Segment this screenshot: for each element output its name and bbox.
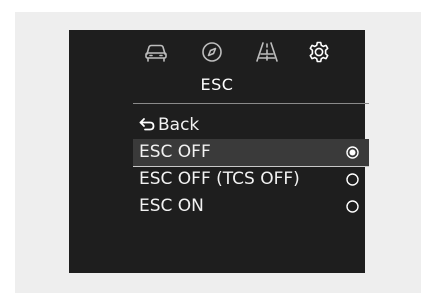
radio-empty-icon [346, 173, 359, 186]
option-esc-on[interactable]: ESC ON [133, 193, 369, 220]
tab-bar [69, 38, 365, 66]
radio-empty-icon [346, 200, 359, 213]
cluster-display: ESC Back ESC OFF ESC OFF (TCS OFF) ESC O… [69, 30, 369, 273]
page-title: ESC [200, 75, 234, 94]
option-label: ESC OFF [139, 142, 211, 162]
car-icon[interactable] [143, 40, 169, 64]
option-esc-off[interactable]: ESC OFF [133, 139, 369, 167]
radio-selected-icon [346, 146, 359, 159]
option-label: ESC ON [139, 196, 204, 216]
esc-menu: Back ESC OFF ESC OFF (TCS OFF) ESC ON [133, 112, 369, 220]
option-label: ESC OFF (TCS OFF) [139, 169, 300, 189]
gear-icon[interactable] [306, 40, 332, 64]
back-arrow-icon [139, 117, 155, 131]
road-icon[interactable] [254, 40, 280, 64]
compass-icon[interactable] [199, 40, 225, 64]
back-label: Back [158, 115, 200, 135]
back-menu-item[interactable]: Back [133, 112, 369, 139]
option-esc-off-tcs-off[interactable]: ESC OFF (TCS OFF) [133, 166, 369, 193]
title-divider [133, 103, 369, 104]
